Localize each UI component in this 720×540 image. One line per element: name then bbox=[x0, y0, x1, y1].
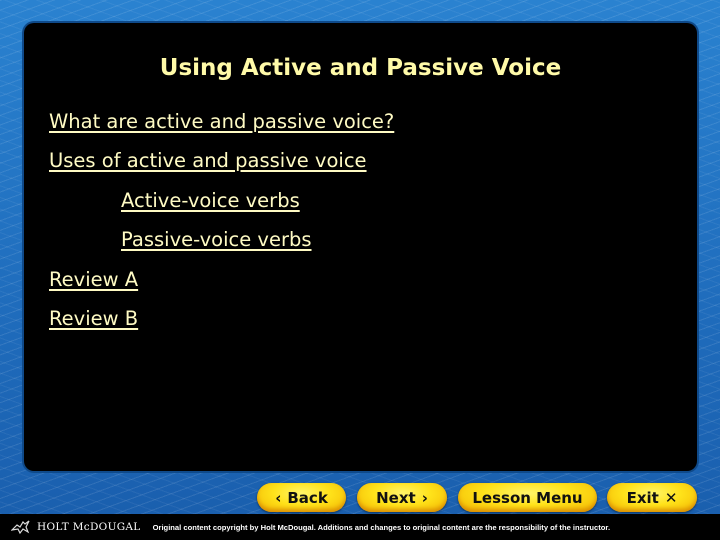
next-button[interactable]: Next › bbox=[357, 483, 447, 512]
menu-link-active-voice-verbs[interactable]: Active-voice verbs bbox=[121, 189, 300, 212]
exit-label: Exit bbox=[626, 488, 659, 507]
copyright-notice: Original content copyright by Holt McDou… bbox=[152, 522, 611, 532]
footer-bar: HOLT McDOUGAL Original content copyright… bbox=[0, 514, 720, 540]
content-panel: Using Active and Passive Voice What are … bbox=[24, 23, 697, 471]
menu-link-uses[interactable]: Uses of active and passive voice bbox=[49, 149, 367, 172]
menu-link-what-are[interactable]: What are active and passive voice? bbox=[49, 110, 394, 133]
menu-link-passive-voice-verbs[interactable]: Passive-voice verbs bbox=[121, 228, 312, 251]
menu-link-review-b[interactable]: Review B bbox=[49, 307, 138, 330]
lesson-menu-button[interactable]: Lesson Menu bbox=[458, 483, 597, 512]
slide-title: Using Active and Passive Voice bbox=[159, 55, 562, 81]
exit-button[interactable]: Exit ✕ bbox=[607, 483, 697, 512]
lesson-menu-label: Lesson Menu bbox=[472, 488, 583, 507]
menu-link-review-a[interactable]: Review A bbox=[49, 268, 138, 291]
chevron-right-icon: › bbox=[421, 488, 428, 507]
next-label: Next bbox=[376, 488, 416, 507]
brand-name: HOLT McDOUGAL bbox=[37, 521, 141, 533]
back-label: Back bbox=[287, 488, 328, 507]
holt-mcdougal-logo-icon bbox=[11, 520, 30, 535]
chevron-left-icon: ‹ bbox=[275, 488, 282, 507]
back-button[interactable]: ‹ Back bbox=[257, 483, 346, 512]
close-icon: ✕ bbox=[664, 488, 678, 507]
